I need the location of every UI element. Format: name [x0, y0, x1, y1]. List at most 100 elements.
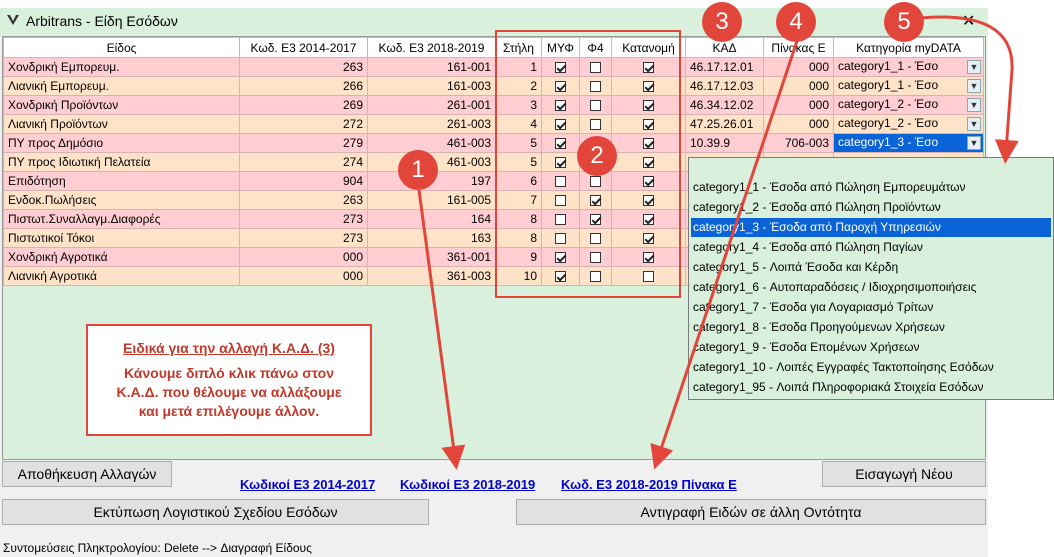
dropdown-option[interactable]: category1_6 - Αυτοπαραδόσεις / Ιδιοχρησι…: [691, 278, 1051, 297]
chevron-down-icon[interactable]: ▼: [967, 79, 981, 93]
note-line: Κάνουμε διπλό κλικ πάνω στον: [123, 365, 334, 381]
cell-e3_old[interactable]: 000: [239, 266, 368, 286]
badge-2: 2: [577, 136, 617, 176]
cell-kad[interactable]: 46.34.12.02: [685, 95, 764, 115]
dropdown-option[interactable]: category1_4 - Έσοδα από Πώληση Παγίων: [691, 238, 1051, 257]
cell-name[interactable]: Ενδοκ.Πωλήσεις: [3, 190, 240, 210]
cell-kad[interactable]: 47.25.26.01: [685, 114, 764, 134]
link-e3-codes-2014-2017[interactable]: Κωδικοί Ε3 2014-2017: [240, 477, 375, 492]
cell-e3_new[interactable]: 361-003: [367, 266, 496, 286]
table-row[interactable]: ΠΥ προς Δημόσιο 279 461-003 5 10.39.9 706-003…: [3, 133, 984, 153]
chevron-down-icon[interactable]: ▼: [967, 117, 981, 131]
cell-category[interactable]: category1_2 - Έσο ▼: [833, 114, 984, 134]
table-row[interactable]: Χονδρική Εμπορευμ. 263 161-001 1 46.17.12.01…: [3, 57, 984, 77]
category-value: category1_1 - Έσο: [838, 58, 939, 73]
cell-name[interactable]: Πιστωτ.Συναλλαγμ.Διαφορές: [3, 209, 240, 229]
cell-e3_old[interactable]: 272: [239, 114, 368, 134]
insert-new-button[interactable]: Εισαγωγή Νέου: [822, 461, 986, 487]
cell-category[interactable]: category1_1 - Έσο ▼: [833, 76, 984, 96]
cell-e3_new[interactable]: 261-003: [367, 114, 496, 134]
cell-e3_old[interactable]: 904: [239, 171, 368, 191]
cell-e3_old[interactable]: 273: [239, 209, 368, 229]
dropdown-option[interactable]: category1_95 - Λοιπά Πληροφοριακά Στοιχε…: [691, 378, 1051, 397]
cell-e3_old[interactable]: 274: [239, 152, 368, 172]
copy-types-to-entity-button[interactable]: Αντιγραφή Ειδών σε άλλη Οντότητα: [516, 499, 986, 525]
cell-e3_old[interactable]: 266: [239, 76, 368, 96]
table-row[interactable]: Χονδρική Προϊόντων 269 261-001 3 46.34.12.02…: [3, 95, 984, 115]
dropdown-option[interactable]: category1_10 - Λοιπές Εγγραφές Τακτοποίη…: [691, 358, 1051, 377]
note-title: Ειδικά για την αλλαγή Κ.Α.Δ. (3): [123, 340, 335, 356]
dropdown-option[interactable]: category1_1 - Έσοδα από Πώληση Εμπορευμά…: [691, 178, 1051, 197]
cell-e3_new[interactable]: 161-005: [367, 190, 496, 210]
dropdown-option[interactable]: category1_7 - Έσοδα για Λογαριασμό Τρίτω…: [691, 298, 1051, 317]
column-header[interactable]: Είδος: [3, 37, 240, 58]
keyboard-shortcuts-hint: Συντομεύσεις Πληκτρολογίου: Delete --> Δ…: [3, 541, 312, 555]
dropdown-option[interactable]: category1_5 - Λοιπά Έσοδα και Κέρδη: [691, 258, 1051, 277]
dropdown-option[interactable]: category1_2 - Έσοδα από Πώληση Προϊόντων: [691, 198, 1051, 217]
badge-1: 1: [398, 150, 438, 190]
cell-pinakas[interactable]: 706-003: [763, 133, 834, 153]
cell-name[interactable]: Χονδρική Προϊόντων: [3, 95, 240, 115]
chevron-down-icon[interactable]: ▼: [967, 136, 981, 150]
cell-name[interactable]: Πιστωτικοί Τόκοι: [3, 228, 240, 248]
cell-pinakas[interactable]: 000: [763, 114, 834, 134]
close-icon[interactable]: ✕: [962, 11, 975, 31]
cell-kad[interactable]: 10.39.9: [685, 133, 764, 153]
cell-e3_new[interactable]: 161-001: [367, 57, 496, 77]
cell-name[interactable]: Χονδρική Εμπορευμ.: [3, 57, 240, 77]
cell-category[interactable]: category1_2 - Έσο ▼: [833, 95, 984, 115]
mydata-category-dropdown[interactable]: category1_1 - Έσοδα από Πώληση Εμπορευμά…: [688, 157, 1054, 400]
print-chart-of-accounts-button[interactable]: Εκτύπωση Λογιστικού Σχεδίου Εσόδων: [2, 499, 429, 525]
cell-name[interactable]: Χονδρική Αγροτικά: [3, 247, 240, 267]
chevron-down-icon[interactable]: ▼: [967, 60, 981, 74]
cell-kad[interactable]: 46.17.12.03: [685, 76, 764, 96]
category-value: category1_3 - Έσο: [838, 134, 939, 149]
note-body: Κάνουμε διπλό κλικ πάνω στον Κ.Α.Δ. που …: [88, 364, 370, 421]
column-header[interactable]: Κωδ. Ε3 2018-2019: [367, 37, 496, 58]
cell-e3_new[interactable]: 161-003: [367, 76, 496, 96]
dropdown-option[interactable]: category1_8 - Έσοδα Προηγούμενων Χρήσεων: [691, 318, 1051, 337]
column-header[interactable]: Κωδ. Ε3 2014-2017: [239, 37, 368, 58]
badge-3: 3: [702, 2, 742, 42]
kad-change-note: Ειδικά για την αλλαγή Κ.Α.Δ. (3) Κάνουμε…: [86, 324, 372, 436]
cell-pinakas[interactable]: 000: [763, 95, 834, 115]
cell-e3_old[interactable]: 263: [239, 57, 368, 77]
link-e3-table-e[interactable]: Κωδ. Ε3 2018-2019 Πίνακα Ε: [561, 477, 737, 492]
cell-kad[interactable]: 46.17.12.01: [685, 57, 764, 77]
chevron-down-icon[interactable]: ▼: [967, 98, 981, 112]
cell-e3_new[interactable]: 164: [367, 209, 496, 229]
cell-category[interactable]: category1_1 - Έσο ▼: [833, 57, 984, 77]
dropdown-option[interactable]: category1_3 - Έσοδα από Παροχή Υπηρεσιών: [691, 218, 1051, 237]
cell-category[interactable]: category1_3 - Έσο ▼: [833, 133, 984, 153]
cell-name[interactable]: Λιανική Προϊόντων: [3, 114, 240, 134]
save-changes-button[interactable]: Αποθήκευση Αλλαγών: [2, 461, 172, 487]
cell-e3_old[interactable]: 269: [239, 95, 368, 115]
table-row[interactable]: Λιανική Εμπορευμ. 266 161-003 2 46.17.12.03 0…: [3, 76, 984, 96]
cell-e3_old[interactable]: 273: [239, 228, 368, 248]
category-value: category1_2 - Έσο: [838, 96, 939, 111]
grid-header-row: Είδος Κωδ. Ε3 2014-2017 Κωδ. Ε3 2018-2019 Σ…: [3, 37, 984, 58]
cell-e3_old[interactable]: 279: [239, 133, 368, 153]
app-logo-icon: [7, 15, 19, 25]
cell-name[interactable]: Επιδότηση: [3, 171, 240, 191]
cell-e3_new[interactable]: 261-001: [367, 95, 496, 115]
cell-e3_new[interactable]: 361-001: [367, 247, 496, 267]
badge-4: 4: [776, 2, 816, 42]
cell-name[interactable]: ΠΥ προς Δημόσιο: [3, 133, 240, 153]
cell-name[interactable]: Λιανική Εμπορευμ.: [3, 76, 240, 96]
table-row[interactable]: Λιανική Προϊόντων 272 261-003 4 47.25.26.01 0…: [3, 114, 984, 134]
cell-name[interactable]: Λιανική Αγροτικά: [3, 266, 240, 286]
cell-e3_new[interactable]: 461-003: [367, 133, 496, 153]
dropdown-option[interactable]: category1_9 - Έσοδα Επομένων Χρήσεων: [691, 338, 1051, 357]
cell-name[interactable]: ΠΥ προς Ιδιωτική Πελατεία: [3, 152, 240, 172]
badge-5: 5: [884, 2, 924, 42]
link-e3-codes-2018-2019[interactable]: Κωδικοί Ε3 2018-2019: [400, 477, 535, 492]
category-value: category1_2 - Έσο: [838, 115, 939, 130]
cell-e3_old[interactable]: 263: [239, 190, 368, 210]
window-title: Arbitrans - Είδη Εσόδων: [26, 13, 178, 29]
cell-e3_new[interactable]: 163: [367, 228, 496, 248]
cell-e3_old[interactable]: 000: [239, 247, 368, 267]
title-bar: Arbitrans - Είδη Εσόδων ✕: [0, 8, 988, 36]
cell-pinakas[interactable]: 000: [763, 57, 834, 77]
cell-pinakas[interactable]: 000: [763, 76, 834, 96]
